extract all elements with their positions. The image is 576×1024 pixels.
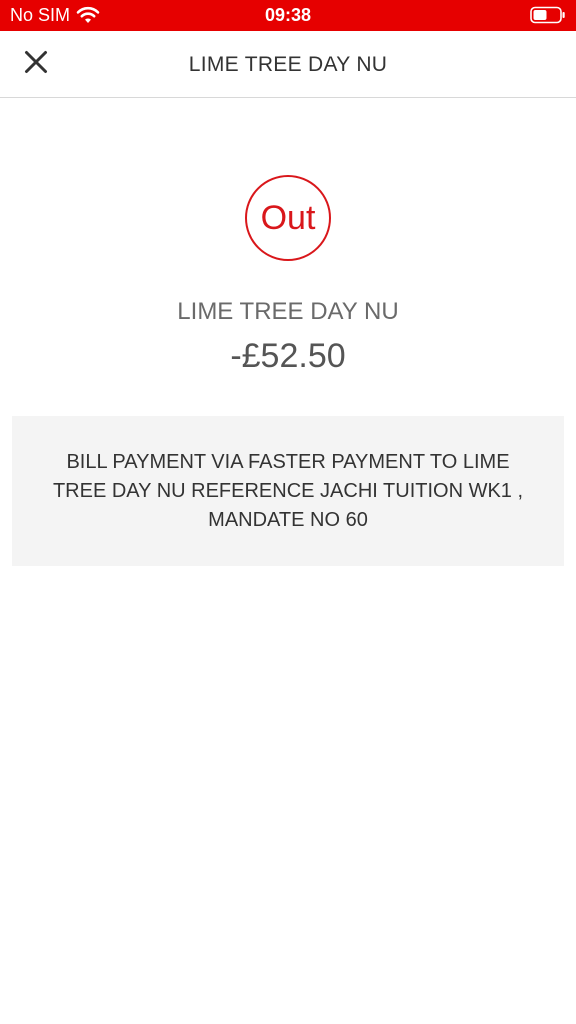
transaction-description-panel: BILL PAYMENT VIA FASTER PAYMENT TO LIME … — [12, 416, 564, 566]
page-title: LIME TREE DAY NU — [188, 53, 388, 76]
transaction-amount: -£52.50 — [230, 337, 346, 375]
payee-name: LIME TREE DAY NU — [177, 298, 399, 325]
status-bar: No SIM 09:38 — [0, 0, 576, 31]
direction-label: Out — [260, 199, 316, 237]
header-bar: LIME TREE DAY NU — [0, 31, 576, 98]
battery-icon — [530, 6, 566, 24]
status-time: 09:38 — [264, 5, 312, 25]
transaction-description: BILL PAYMENT VIA FASTER PAYMENT TO LIME … — [52, 450, 524, 531]
transaction-detail-screen: No SIM 09:38 LIME TREE DAY NU Out LIME T… — [0, 0, 576, 1024]
direction-badge: Out — [245, 175, 331, 261]
